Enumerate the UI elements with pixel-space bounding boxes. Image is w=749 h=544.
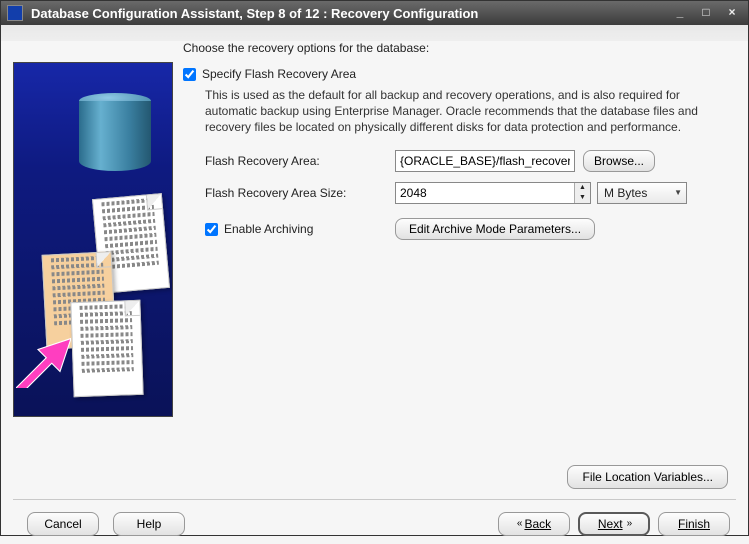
finish-button[interactable]: Finish bbox=[658, 512, 730, 536]
specify-flash-label: Specify Flash Recovery Area bbox=[202, 67, 356, 81]
arrow-icon bbox=[16, 333, 71, 388]
instruction-text: Choose the recovery options for the data… bbox=[183, 41, 726, 55]
separator bbox=[13, 499, 736, 500]
document-graphic bbox=[70, 300, 143, 397]
archiving-row: Enable Archiving Edit Archive Mode Param… bbox=[205, 218, 726, 240]
wizard-illustration bbox=[13, 62, 173, 417]
chevron-right-icon: » bbox=[627, 518, 631, 529]
next-button[interactable]: Next » bbox=[578, 512, 650, 536]
titlebar: Database Configuration Assistant, Step 8… bbox=[1, 1, 748, 25]
fra-size-input[interactable] bbox=[396, 183, 574, 203]
minimize-button[interactable]: _ bbox=[670, 6, 690, 20]
specify-flash-row: Specify Flash Recovery Area bbox=[183, 67, 726, 81]
chevron-left-icon: « bbox=[517, 518, 521, 529]
back-button[interactable]: « Back bbox=[498, 512, 570, 536]
recovery-form: Choose the recovery options for the data… bbox=[173, 37, 736, 453]
browse-button[interactable]: Browse... bbox=[583, 150, 655, 172]
close-window-button[interactable]: × bbox=[722, 6, 742, 20]
wizard-footer: Cancel Help « Back Next » Finish bbox=[1, 504, 748, 544]
fra-size-spinner[interactable]: ▲ ▼ bbox=[395, 182, 591, 204]
app-icon bbox=[7, 5, 23, 21]
help-button[interactable]: Help bbox=[113, 512, 185, 536]
content-area: Choose the recovery options for the data… bbox=[1, 25, 748, 465]
cylinder-graphic bbox=[79, 93, 151, 178]
spinner-up[interactable]: ▲ bbox=[575, 183, 590, 193]
enable-archiving-checkbox[interactable] bbox=[205, 223, 218, 236]
maximize-button[interactable]: □ bbox=[696, 6, 716, 20]
fra-path-row: Flash Recovery Area: Browse... bbox=[205, 150, 726, 172]
back-label: Back bbox=[524, 517, 551, 531]
spinner-down[interactable]: ▼ bbox=[575, 193, 590, 203]
enable-archiving-label: Enable Archiving bbox=[224, 222, 313, 236]
dbca-window: Database Configuration Assistant, Step 8… bbox=[0, 0, 749, 536]
fra-size-label: Flash Recovery Area Size: bbox=[205, 186, 395, 200]
finish-label: Finish bbox=[678, 517, 710, 531]
fra-size-unit-value: M Bytes bbox=[604, 186, 647, 200]
window-title: Database Configuration Assistant, Step 8… bbox=[31, 6, 664, 21]
fra-path-label: Flash Recovery Area: bbox=[205, 154, 395, 168]
chevron-down-icon: ▼ bbox=[674, 188, 682, 197]
file-location-row: File Location Variables... bbox=[1, 465, 748, 495]
fra-path-input[interactable] bbox=[395, 150, 575, 172]
cancel-button[interactable]: Cancel bbox=[27, 512, 99, 536]
file-location-variables-button[interactable]: File Location Variables... bbox=[567, 465, 728, 489]
edit-archive-params-button[interactable]: Edit Archive Mode Parameters... bbox=[395, 218, 595, 240]
specify-flash-description: This is used as the default for all back… bbox=[205, 87, 726, 136]
fra-size-row: Flash Recovery Area Size: ▲ ▼ M Bytes ▼ bbox=[205, 182, 726, 204]
specify-flash-checkbox[interactable] bbox=[183, 68, 196, 81]
fra-size-unit-select[interactable]: M Bytes ▼ bbox=[597, 182, 687, 204]
next-label: Next bbox=[598, 517, 623, 531]
